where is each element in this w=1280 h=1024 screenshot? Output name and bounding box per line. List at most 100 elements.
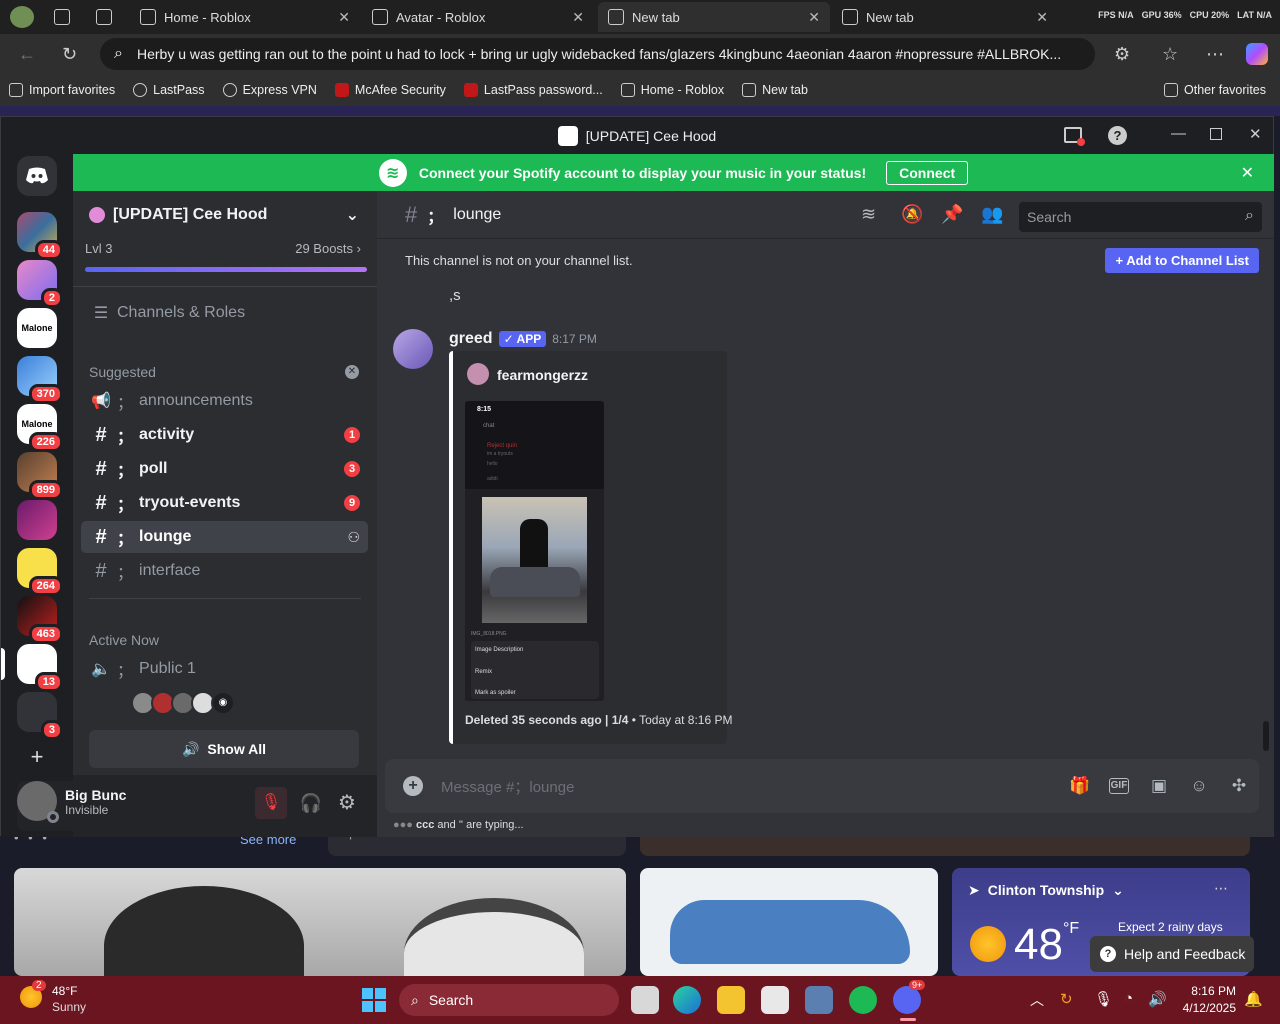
server-folder[interactable]: 3: [17, 692, 63, 740]
server-2[interactable]: 2: [17, 260, 63, 308]
news-image-card[interactable]: [14, 868, 626, 976]
direct-messages-button[interactable]: [17, 156, 57, 196]
channel-activity[interactable]: # ； activity 1: [81, 419, 368, 451]
sticker-icon[interactable]: ▣: [1149, 776, 1169, 796]
chevron-down-icon[interactable]: ⌄: [346, 205, 359, 225]
taskbar-temp[interactable]: 48°F: [52, 984, 77, 998]
voice-channel-public-1[interactable]: 🔈 ； Public 1: [81, 653, 368, 685]
server-malone-2[interactable]: Malone 226: [17, 404, 63, 452]
file-explorer-icon[interactable]: [717, 986, 745, 1014]
server-9[interactable]: 463: [17, 596, 63, 644]
pin-icon[interactable]: 📌: [941, 204, 963, 225]
close-tab-icon[interactable]: ✕: [572, 9, 584, 26]
microphone-icon[interactable]: 🎙: [1094, 990, 1113, 1008]
add-to-channel-list-button[interactable]: + Add to Channel List: [1105, 248, 1259, 273]
taskbar-search[interactable]: ⌕ Search: [399, 984, 619, 1016]
wifi-icon[interactable]: ◔: [1124, 990, 1133, 1007]
settings-gear-icon[interactable]: ⚙: [331, 787, 363, 819]
show-all-button[interactable]: 🔊 Show All: [89, 730, 359, 768]
server-8[interactable]: 264: [17, 548, 63, 596]
message-composer[interactable]: + Message #；lounge 🎁 GIF ▣ ☺ ✣: [385, 759, 1259, 813]
extensions-icon[interactable]: ⚙: [1114, 44, 1130, 65]
channel-announcements[interactable]: 📢 ； announcements: [81, 385, 368, 417]
close-window-icon[interactable]: ✕: [1249, 125, 1262, 143]
close-banner-icon[interactable]: ✕: [1241, 163, 1254, 183]
notification-bell-icon[interactable]: 🔔: [1244, 990, 1263, 1008]
favorite-express-vpn[interactable]: Express VPN: [214, 83, 326, 97]
chevron-up-icon[interactable]: ︿: [1030, 990, 1044, 1010]
car-ad-card[interactable]: [640, 868, 938, 976]
notifications-muted-icon[interactable]: 🔕: [901, 204, 923, 225]
favorite-mcafee[interactable]: McAfee Security: [326, 83, 455, 97]
minimize-icon[interactable]: —: [1171, 125, 1186, 142]
back-arrow-icon[interactable]: ←: [18, 44, 36, 65]
message-author[interactable]: greed: [449, 330, 493, 348]
server-malone[interactable]: Malone: [17, 308, 57, 348]
app-icon[interactable]: [761, 986, 789, 1014]
channel-tryout-events[interactable]: # ； tryout-events 9: [81, 487, 368, 519]
favorites-star-icon[interactable]: ☆: [1162, 44, 1178, 65]
clock-time[interactable]: 8:16 PM: [1176, 984, 1236, 998]
mic-muted-icon[interactable]: 🎙: [255, 787, 287, 819]
server-1[interactable]: 44: [17, 212, 63, 260]
message-author-avatar[interactable]: [393, 329, 433, 369]
user-avatar[interactable]: [17, 781, 59, 823]
performance-monitor-icon[interactable]: [805, 986, 833, 1014]
favorite-lastpass-password[interactable]: LastPass password...: [455, 83, 612, 97]
server-7[interactable]: [17, 500, 57, 540]
invite-member-icon[interactable]: ⚇: [347, 529, 360, 546]
clock-date[interactable]: 4/12/2025: [1176, 1001, 1236, 1015]
workspaces-icon[interactable]: [54, 9, 70, 25]
headphones-icon[interactable]: 🎧: [295, 787, 327, 819]
add-server-icon[interactable]: +: [17, 746, 57, 768]
close-tab-icon[interactable]: ✕: [1036, 9, 1048, 26]
more-menu-icon[interactable]: ⋯: [1206, 44, 1224, 65]
discord-icon[interactable]: 9+: [893, 980, 926, 1014]
close-tab-icon[interactable]: ✕: [808, 9, 820, 26]
browser-tab-new-tab-active[interactable]: New tab ✕: [598, 2, 830, 32]
help-icon[interactable]: ?: [1108, 126, 1127, 145]
embed-image[interactable]: 8:15 chat Reject quin im a tryouts hello…: [465, 401, 604, 701]
gift-icon[interactable]: 🎁: [1069, 776, 1090, 796]
gif-icon[interactable]: GIF: [1109, 778, 1129, 794]
username[interactable]: Big Bunc: [65, 787, 126, 803]
sync-icon[interactable]: ↻: [1060, 990, 1073, 1008]
boost-count[interactable]: 29 Boosts ›: [295, 241, 361, 256]
edge-icon[interactable]: [673, 986, 701, 1014]
close-tab-icon[interactable]: ✕: [338, 9, 350, 26]
inbox-icon[interactable]: [1064, 127, 1085, 146]
copilot-icon[interactable]: [1246, 43, 1268, 65]
dismiss-suggested-icon[interactable]: ✕: [345, 365, 359, 379]
member-list-icon[interactable]: 👥: [981, 204, 1003, 225]
favorite-new-tab[interactable]: New tab: [733, 83, 817, 97]
browser-tab-home-roblox[interactable]: Home - Roblox ✕: [130, 2, 360, 32]
profile-avatar[interactable]: [10, 6, 34, 28]
server-cee-hood[interactable]: 13: [17, 644, 63, 692]
weather-location[interactable]: ➤ Clinton Township ⌄: [968, 882, 1124, 899]
voice-avatars[interactable]: ◉: [131, 691, 235, 715]
spotify-icon[interactable]: [849, 986, 877, 1014]
help-feedback-button[interactable]: ? Help and Feedback: [1090, 936, 1254, 972]
apps-icon[interactable]: ✣: [1229, 776, 1249, 796]
server-4[interactable]: 370: [17, 356, 63, 404]
favorite-lastpass[interactable]: LastPass: [124, 83, 213, 97]
start-windows-icon[interactable]: [362, 988, 386, 1012]
embed-author[interactable]: fearmongerzz: [497, 367, 588, 383]
weather-more-icon[interactable]: ⋯: [1214, 880, 1228, 897]
favorite-import[interactable]: Import favorites: [0, 83, 124, 97]
search-input[interactable]: Search ⌕: [1019, 202, 1262, 232]
other-favorites[interactable]: Other favorites: [1155, 83, 1280, 97]
spotify-connect-button[interactable]: Connect: [886, 160, 969, 185]
channel-poll[interactable]: # ； poll 3: [81, 453, 368, 485]
threads-icon[interactable]: ≋: [861, 204, 876, 225]
weather-sun-icon[interactable]: 2: [20, 980, 46, 1008]
volume-icon[interactable]: 🔊: [1148, 990, 1167, 1008]
browser-tab-avatar-roblox[interactable]: Avatar - Roblox ✕: [362, 2, 594, 32]
address-bar[interactable]: ⌕ Herby u was getting ran out to the poi…: [100, 38, 1095, 70]
message-input[interactable]: Message #；lounge: [441, 776, 574, 797]
chat-scrollbar[interactable]: [1263, 721, 1269, 751]
channel-interface[interactable]: # ； interface: [81, 555, 368, 587]
maximize-icon[interactable]: [1210, 128, 1222, 140]
browser-tab-new-tab[interactable]: New tab ✕: [832, 2, 1058, 32]
channel-lounge[interactable]: # ； lounge ⚇: [81, 521, 368, 553]
